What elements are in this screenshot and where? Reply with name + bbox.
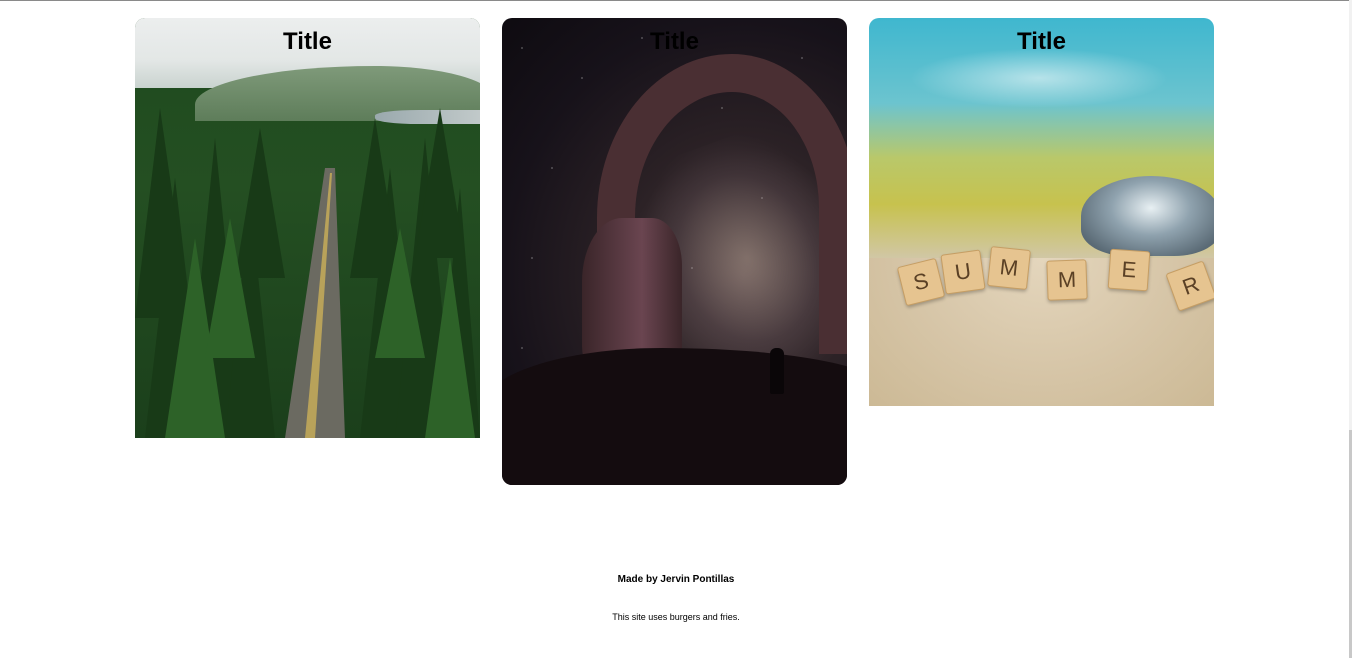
seashell-image-region <box>1081 176 1214 256</box>
tile: M <box>1046 259 1088 301</box>
tile: R <box>1165 260 1214 312</box>
card-title: Title <box>1017 28 1066 55</box>
footer-credit: Made by Jervin Pontillas <box>617 574 735 585</box>
tile: S <box>896 257 946 307</box>
forest-road-image <box>135 108 480 438</box>
card-forest-road[interactable]: Title <box>135 18 480 438</box>
card-night-arch[interactable]: Title <box>502 18 847 485</box>
tile: E <box>1107 248 1151 292</box>
card-title: Title <box>283 28 332 55</box>
footer-note: This site uses burgers and fries. <box>612 612 740 622</box>
card-summer[interactable]: S U M M E R Title <box>869 18 1214 406</box>
ground-silhouette-image-region <box>502 348 847 485</box>
person-silhouette-image-region <box>770 348 784 394</box>
tile: M <box>987 246 1031 290</box>
top-border <box>0 0 1352 1</box>
tile: U <box>940 249 986 295</box>
sky-cloud-image-region <box>909 48 1169 108</box>
scrabble-tiles: S U M M E R <box>896 246 1214 312</box>
card-title: Title <box>650 28 699 55</box>
